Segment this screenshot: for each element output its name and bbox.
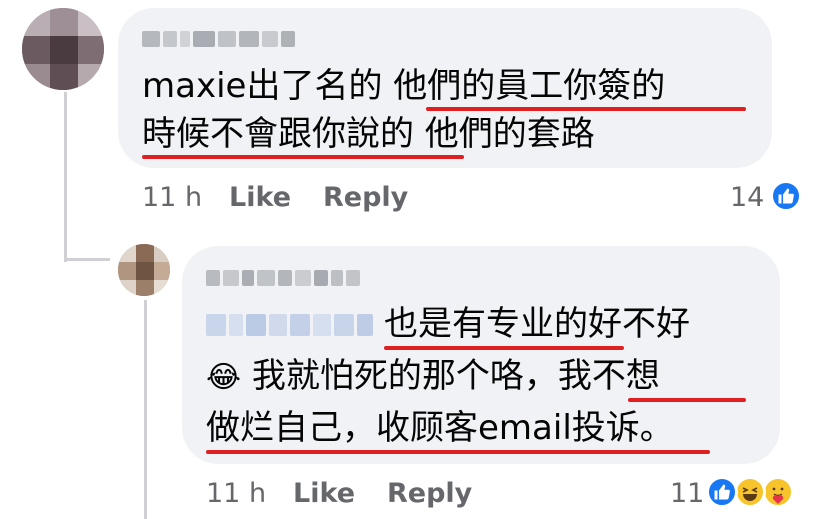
avatar[interactable] [118,244,170,296]
comment-text-line: maxie出了名的 他們的員工你簽的 [142,66,665,106]
red-underline [384,346,624,350]
mention-tag-blurred[interactable] [206,314,373,336]
thread-connector-vertical [64,92,67,262]
reaction-count[interactable]: 11 [670,478,704,509]
tears-of-joy-icon: 😂 [206,360,242,395]
comment-text-segment: maxie出了名的 [142,66,394,106]
avatar[interactable] [22,8,104,90]
like-button[interactable]: Like [229,182,291,213]
thread-connector-curve [64,258,110,261]
haha-reaction-icon[interactable] [734,476,766,508]
red-underline [628,398,746,402]
comment-text-line: 時候不會跟你說的 他們的套路 [142,114,595,154]
reply-timestamp[interactable]: 11 h [206,478,266,509]
like-button[interactable]: Like [293,478,355,509]
author-name-blurred[interactable] [206,270,360,286]
like-reaction-icon[interactable] [706,476,738,508]
reply-text-segment: 好不好 [588,304,690,344]
reply-text-segment: 我就怕死的那个咯， [241,356,558,396]
like-reaction-icon[interactable] [770,180,802,212]
reply-text-segment: 。 [639,408,674,448]
reply-button[interactable]: Reply [323,182,408,213]
reply-thread-connector [144,300,147,519]
reply-text-line: 😂 我就怕死的那个咯，我不想 [206,356,660,398]
red-underline [142,155,464,159]
reply-text-underlined: 做烂自己，收顾客email投诉 [206,408,640,448]
reply-text-underlined: 也是有专业的 [384,304,588,344]
reaction-count[interactable]: 14 [730,182,764,213]
author-name-blurred[interactable] [142,31,295,47]
reply-text-line: 也是有专业的好不好 [384,304,690,344]
comment-timestamp[interactable]: 11 h [142,182,202,213]
care-reaction-icon[interactable] [762,476,794,508]
reply-text-underlined: 我不想 [557,356,660,396]
comment-text-segment: 他們的套路 [414,114,595,154]
reply-text-line: 做烂自己，收顾客email投诉。 [206,408,674,448]
comment-text-underlined: 他們的員工你簽的 [393,66,666,106]
red-underline [206,450,710,454]
reply-button[interactable]: Reply [387,478,472,509]
red-underline [426,107,746,111]
comment-text-underlined: 時候不會跟你說的 [142,114,414,154]
